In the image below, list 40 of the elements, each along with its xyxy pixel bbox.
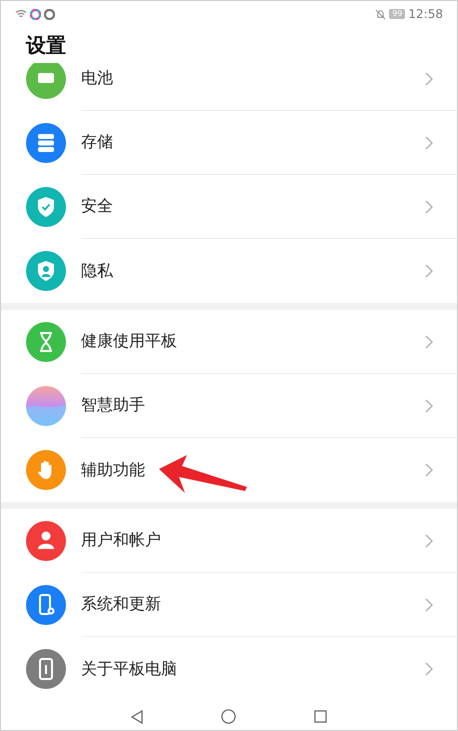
recents-icon[interactable] <box>314 710 327 723</box>
setting-label[interactable]: 健康使用平板 <box>81 331 177 352</box>
hand-icon <box>26 450 66 490</box>
chevron-icon <box>425 534 433 548</box>
setting-label[interactable]: 安全 <box>81 196 113 217</box>
setting-label[interactable]: 用户和帐户 <box>81 530 161 551</box>
storage-icon <box>26 123 66 163</box>
page-title: 设置 <box>24 32 67 58</box>
clock-time: 12:58 <box>408 7 443 21</box>
tablet-gear-icon <box>26 585 66 625</box>
chevron-icon <box>425 662 433 676</box>
setting-label[interactable]: 关于平板电脑 <box>81 658 177 680</box>
battery-icon <box>26 63 66 99</box>
hourglass-icon <box>26 322 66 362</box>
tablet-info-icon <box>26 649 66 689</box>
setting-label[interactable]: 辅助功能 <box>81 460 145 480</box>
setting-label[interactable]: 智慧助手 <box>81 395 145 416</box>
chevron-icon <box>425 463 433 477</box>
chevron-icon <box>425 136 433 150</box>
setting-label[interactable]: 系统和更新 <box>81 594 161 615</box>
setting-label[interactable]: 隐私 <box>81 260 113 282</box>
assistant-icon <box>26 386 66 426</box>
chevron-icon <box>425 398 433 412</box>
bell-off-icon <box>375 8 386 20</box>
chevron-icon <box>425 72 433 86</box>
wifi-icon <box>15 9 27 19</box>
app-icon <box>30 8 41 20</box>
setting-label[interactable]: 存储 <box>81 132 113 153</box>
app-icon <box>44 8 55 20</box>
person-icon <box>26 521 66 561</box>
battery-level: 99 <box>389 9 406 19</box>
home-icon[interactable] <box>221 709 236 724</box>
shield-check-icon <box>26 187 66 227</box>
chevron-icon <box>425 598 433 612</box>
setting-label[interactable]: 电池 <box>81 68 113 89</box>
chevron-icon <box>425 264 433 278</box>
shield-person-icon <box>26 251 66 291</box>
back-icon[interactable] <box>131 710 143 724</box>
chevron-icon <box>425 334 433 348</box>
chevron-icon <box>425 200 433 214</box>
